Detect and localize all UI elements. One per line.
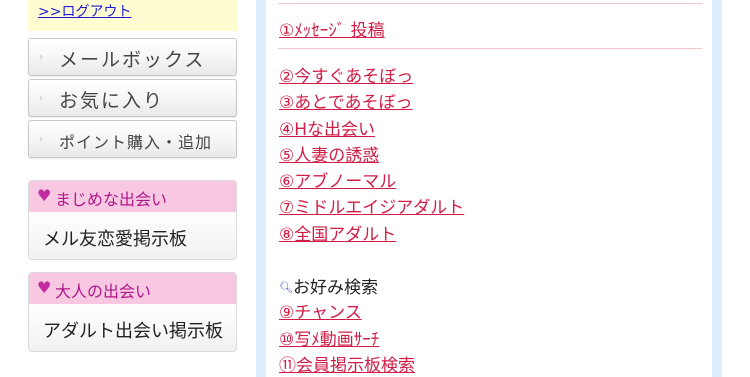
board-link[interactable]: ⑤人妻の誘惑 bbox=[279, 141, 379, 166]
board-link[interactable]: ⑥アブノーマル bbox=[279, 167, 396, 192]
logout-link[interactable]: >>ログアウト bbox=[38, 1, 131, 21]
search-heading-label: お好み検索 bbox=[293, 278, 378, 298]
post-message-link[interactable]: ①ﾒｯｾｰｼﾞ 投稿 bbox=[279, 16, 385, 41]
search-link[interactable]: ⑩写ﾒ動画ｻｰﾁ bbox=[279, 325, 379, 350]
category-serious: ♥ まじめな出会い メル友恋愛掲示板 bbox=[28, 180, 237, 260]
search-heading: 🔍︎お好み検索 bbox=[279, 273, 378, 298]
category-header: ♥ まじめな出会い bbox=[29, 181, 236, 212]
mailbox-label: メールボックス bbox=[59, 49, 206, 71]
board-link[interactable]: ⑧全国アダルト bbox=[279, 220, 396, 245]
board-link[interactable]: ④Hな出会い bbox=[279, 115, 375, 140]
board-link[interactable]: ⑦ミドルエイジアダルト bbox=[279, 193, 464, 218]
logout-area: >>ログアウト bbox=[28, 0, 237, 31]
chevron-right-icon: › bbox=[39, 52, 43, 63]
favorites-button[interactable]: › お気に入り bbox=[28, 79, 237, 117]
heart-icon: ♥ bbox=[37, 186, 52, 205]
category-link-button[interactable]: アダルト出会い掲示板 bbox=[29, 304, 236, 351]
category-link-label: アダルト出会い掲示板 bbox=[43, 321, 223, 342]
buy-points-button[interactable]: › ポイント購入・追加 bbox=[28, 120, 237, 158]
divider bbox=[278, 3, 702, 4]
board-link[interactable]: ②今すぐあそぼっ bbox=[279, 62, 413, 87]
search-link[interactable]: ⑪会員掲示板検索 bbox=[279, 351, 415, 376]
search-link[interactable]: ⑨チャンス bbox=[279, 298, 362, 323]
category-link-label: メル友恋愛掲示板 bbox=[43, 229, 187, 250]
divider bbox=[278, 48, 702, 49]
category-adult: ♥ 大人の出会い アダルト出会い掲示板 bbox=[28, 272, 237, 352]
category-link-button[interactable]: メル友恋愛掲示板 bbox=[29, 212, 236, 259]
chevron-right-icon: › bbox=[39, 93, 43, 104]
category-title: まじめな出会い bbox=[55, 190, 168, 209]
category-title: 大人の出会い bbox=[55, 282, 152, 301]
mailbox-button[interactable]: › メールボックス bbox=[28, 38, 237, 76]
board-link[interactable]: ③あとであそぼっ bbox=[279, 88, 413, 113]
magnifier-icon: 🔍︎ bbox=[279, 281, 293, 294]
buy-points-label: ポイント購入・追加 bbox=[59, 133, 213, 152]
favorites-label: お気に入り bbox=[59, 90, 165, 112]
category-header: ♥ 大人の出会い bbox=[29, 273, 236, 304]
chevron-right-icon: › bbox=[39, 134, 43, 145]
heart-icon: ♥ bbox=[37, 278, 52, 297]
